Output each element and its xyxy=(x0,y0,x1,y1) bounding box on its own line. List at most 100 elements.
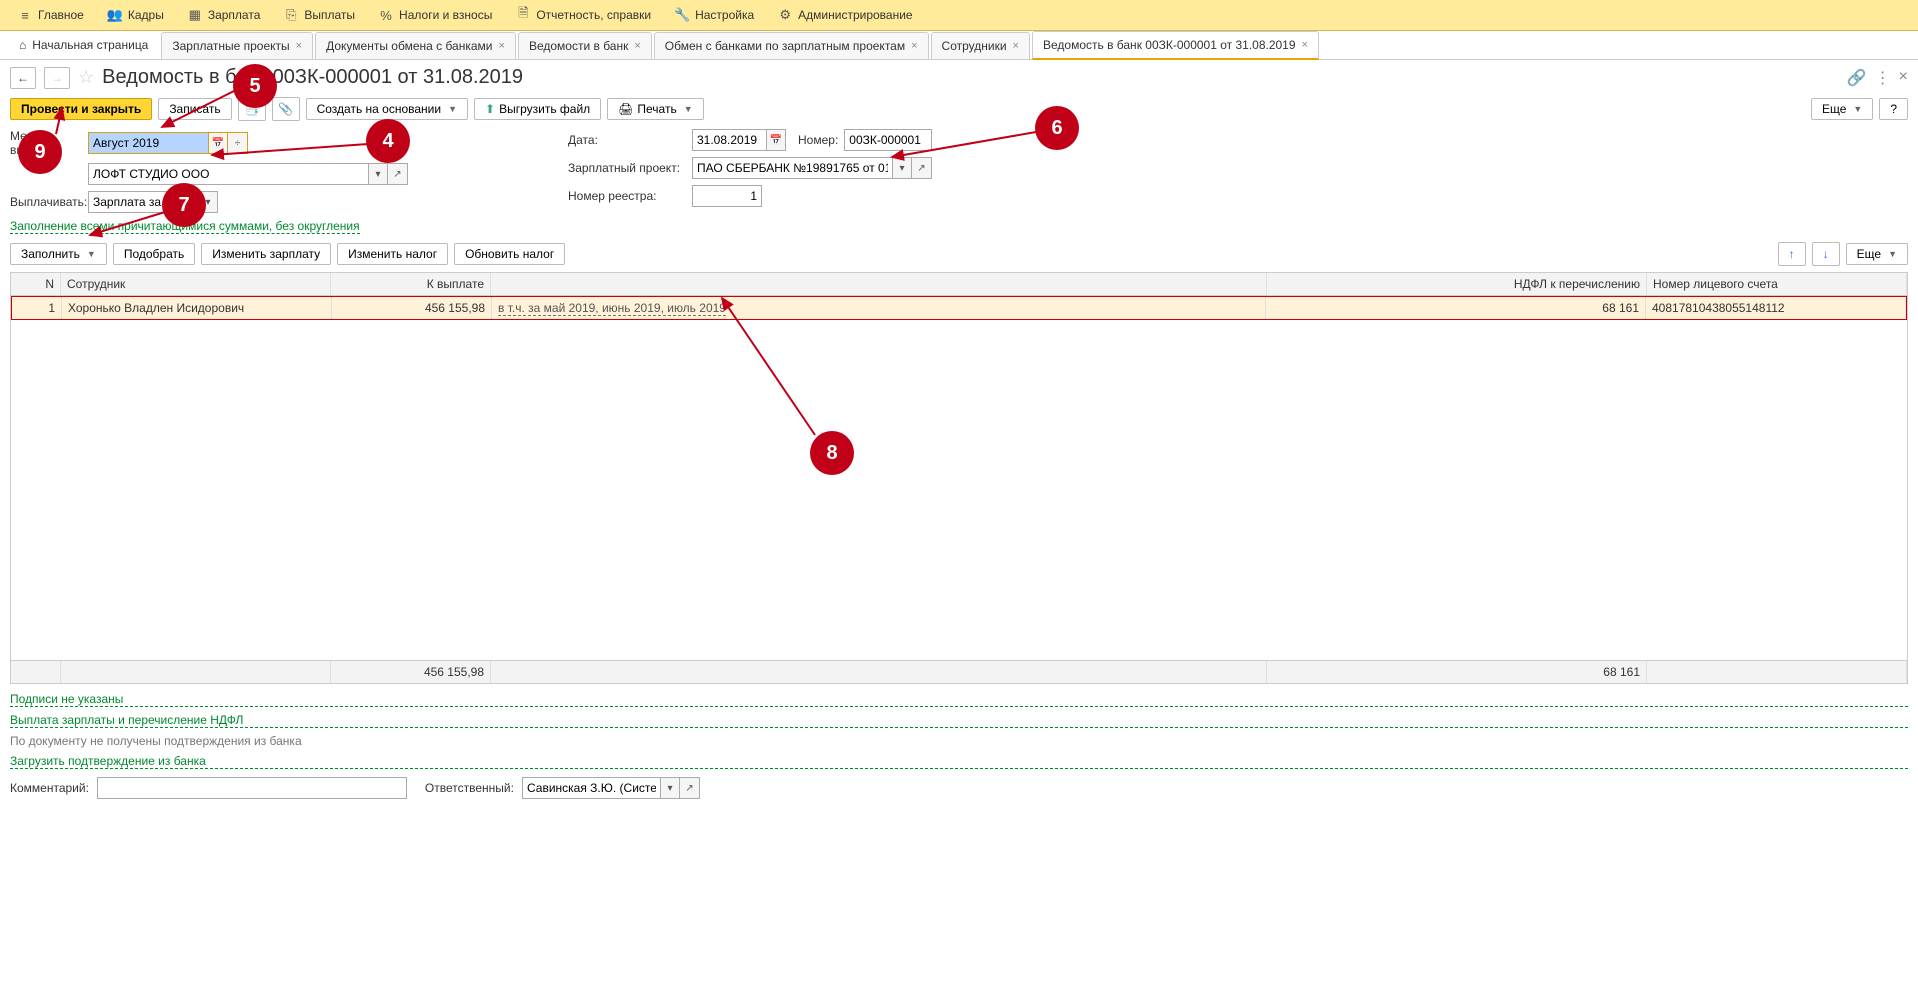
menu-taxes[interactable]: %Налоги и взносы xyxy=(369,4,502,26)
month-input-group: 📅 ÷ xyxy=(88,132,248,154)
tab-label: Обмен с банками по зарплатным проектам xyxy=(665,39,905,53)
tab-label: Зарплатные проекты xyxy=(172,39,289,53)
callout-9: 9 xyxy=(18,130,62,174)
table-toolbar: Заполнить▼ Подобрать Изменить зарплату И… xyxy=(10,242,1908,266)
load-confirm-link[interactable]: Загрузить подтверждение из банка xyxy=(10,754,1908,769)
more-label: Еще xyxy=(1822,102,1846,116)
callout-4: 4 xyxy=(366,119,410,163)
write-button[interactable]: Записать xyxy=(158,98,231,120)
more-button[interactable]: Еще▼ xyxy=(1811,98,1873,120)
registry-input[interactable] xyxy=(692,185,762,207)
close-icon[interactable]: × xyxy=(911,40,917,52)
cell-employee: Хоронько Владлен Исидорович xyxy=(62,297,332,319)
cell-account: 40817810438055148112 xyxy=(1646,297,1906,319)
payout-icon: ⎘ xyxy=(284,8,298,22)
tab-statement-active[interactable]: Ведомость в банк 00ЗК-000001 от 31.08.20… xyxy=(1032,31,1319,60)
resp-label: Ответственный: xyxy=(425,781,514,795)
main-toolbar: Провести и закрыть Записать 📑 📎 Создать … xyxy=(10,97,1908,121)
close-icon[interactable]: × xyxy=(634,40,640,52)
menu-taxes-label: Налоги и взносы xyxy=(399,8,492,22)
back-button[interactable]: ← xyxy=(10,67,36,89)
tab-statements[interactable]: Ведомости в банк× xyxy=(518,32,652,59)
dropdown-icon[interactable]: ▾ xyxy=(660,777,680,799)
export-file-button[interactable]: ⬆Выгрузить файл xyxy=(474,98,601,120)
help-button[interactable]: ? xyxy=(1879,98,1908,120)
form-area: Месяц выплаты: 📅 ÷ ▾ ↗ Выплачивать: xyxy=(10,129,1908,234)
table-empty-area xyxy=(11,320,1907,660)
table-more-button[interactable]: Еще▼ xyxy=(1846,243,1908,265)
tab-exchange-docs[interactable]: Документы обмена с банками× xyxy=(315,32,516,59)
chevron-down-icon: ▼ xyxy=(1888,249,1897,259)
move-up-button[interactable]: ↑ xyxy=(1778,242,1806,266)
menu-settings[interactable]: 🔧Настройка xyxy=(665,4,764,26)
th-to-pay: К выплате xyxy=(331,273,491,295)
menu-salary[interactable]: ▦Зарплата xyxy=(178,4,271,26)
date-input[interactable] xyxy=(692,129,766,151)
resp-input[interactable] xyxy=(522,777,660,799)
tab-home[interactable]: ⌂Начальная страница xyxy=(8,31,159,59)
attach-button[interactable]: 📎 xyxy=(272,97,300,121)
page-title: Ведомость в банк 00ЗК-000001 от 31.08.20… xyxy=(102,66,523,89)
cell-pay-info: в т.ч. за май 2019, июнь 2019, июль 2019 xyxy=(492,297,1266,319)
open-icon[interactable]: ↗ xyxy=(388,163,408,185)
comment-input[interactable] xyxy=(97,777,407,799)
people-icon: 👥 xyxy=(108,8,122,22)
month-input[interactable] xyxy=(88,132,208,154)
close-page-icon[interactable]: × xyxy=(1899,68,1908,88)
dropdown-icon[interactable]: ▾ xyxy=(892,157,912,179)
pick-button[interactable]: Подобрать xyxy=(113,243,195,265)
favorite-icon[interactable]: ☆ xyxy=(78,67,94,88)
forward-button[interactable]: → xyxy=(44,67,70,89)
menu-reports[interactable]: 🗎Отчетность, справки xyxy=(506,4,661,26)
tab-employees[interactable]: Сотрудники × xyxy=(931,32,1030,59)
tab-label: Ведомость в банк 00ЗК-000001 от 31.08.20… xyxy=(1043,38,1296,52)
cell-ndfl: 68 161 xyxy=(1266,297,1646,319)
update-tax-button[interactable]: Обновить налог xyxy=(454,243,565,265)
calendar-icon[interactable]: 📅 xyxy=(766,129,786,151)
create-based-button[interactable]: Создать на основании▼ xyxy=(306,98,468,120)
number-input[interactable] xyxy=(844,129,932,151)
open-icon[interactable]: ↗ xyxy=(912,157,932,179)
dropdown-icon[interactable]: ▾ xyxy=(368,163,388,185)
print-button[interactable]: 🖨Печать▼ xyxy=(607,98,703,120)
tab-home-label: Начальная страница xyxy=(32,38,148,52)
move-down-button[interactable]: ↓ xyxy=(1812,242,1840,266)
tab-label: Сотрудники xyxy=(942,39,1007,53)
fill-button[interactable]: Заполнить▼ xyxy=(10,243,107,265)
bottom-links: Подписи не указаны Выплата зарплаты и пе… xyxy=(10,692,1908,769)
org-input[interactable] xyxy=(88,163,368,185)
table-header: N Сотрудник К выплате НДФЛ к перечислени… xyxy=(11,273,1907,296)
table-footer: 456 155,98 68 161 xyxy=(11,660,1907,683)
tab-bank-exchange[interactable]: Обмен с банками по зарплатным проектам × xyxy=(654,32,929,59)
print-label: Печать xyxy=(637,102,676,116)
close-icon[interactable]: × xyxy=(1302,39,1308,51)
print-icon: 🖨 xyxy=(618,102,633,116)
menu-payouts[interactable]: ⎘Выплаты xyxy=(274,4,365,26)
menu-hr[interactable]: 👥Кадры xyxy=(98,4,174,26)
calendar-icon[interactable]: 📅 xyxy=(208,132,228,154)
page-content: ← → ☆ Ведомость в банк 00ЗК-000001 от 31… xyxy=(0,60,1918,805)
pay-info-link[interactable]: в т.ч. за май 2019, июнь 2019, июль 2019 xyxy=(498,301,726,316)
close-icon[interactable]: × xyxy=(1013,40,1019,52)
change-tax-button[interactable]: Изменить налог xyxy=(337,243,448,265)
stepper-icon[interactable]: ÷ xyxy=(228,132,248,154)
cell-n: 1 xyxy=(12,297,62,319)
menu-admin[interactable]: ⚙Администрирование xyxy=(768,4,922,26)
payout-link[interactable]: Выплата зарплаты и перечисление НДФЛ xyxy=(10,713,1908,728)
export-icon: ⬆ xyxy=(485,102,495,116)
no-sign-link[interactable]: Подписи не указаны xyxy=(10,692,1908,707)
tab-projects[interactable]: Зарплатные проекты × xyxy=(161,32,313,59)
menu-main[interactable]: ≡Главное xyxy=(8,4,94,26)
table-row[interactable]: 1 Хоронько Владлен Исидорович 456 155,98… xyxy=(11,296,1907,320)
registry-label: Номер реестра: xyxy=(568,189,686,203)
employee-table: N Сотрудник К выплате НДФЛ к перечислени… xyxy=(10,272,1908,684)
post-close-button[interactable]: Провести и закрыть xyxy=(10,98,152,120)
link-icon[interactable]: 🔗 xyxy=(1847,68,1867,88)
close-icon[interactable]: × xyxy=(296,40,302,52)
close-icon[interactable]: × xyxy=(499,40,505,52)
more-icon[interactable]: ⋮ xyxy=(1875,68,1891,88)
open-icon[interactable]: ↗ xyxy=(680,777,700,799)
change-salary-button[interactable]: Изменить зарплату xyxy=(201,243,331,265)
project-input[interactable] xyxy=(692,157,892,179)
th-n: N xyxy=(11,273,61,295)
